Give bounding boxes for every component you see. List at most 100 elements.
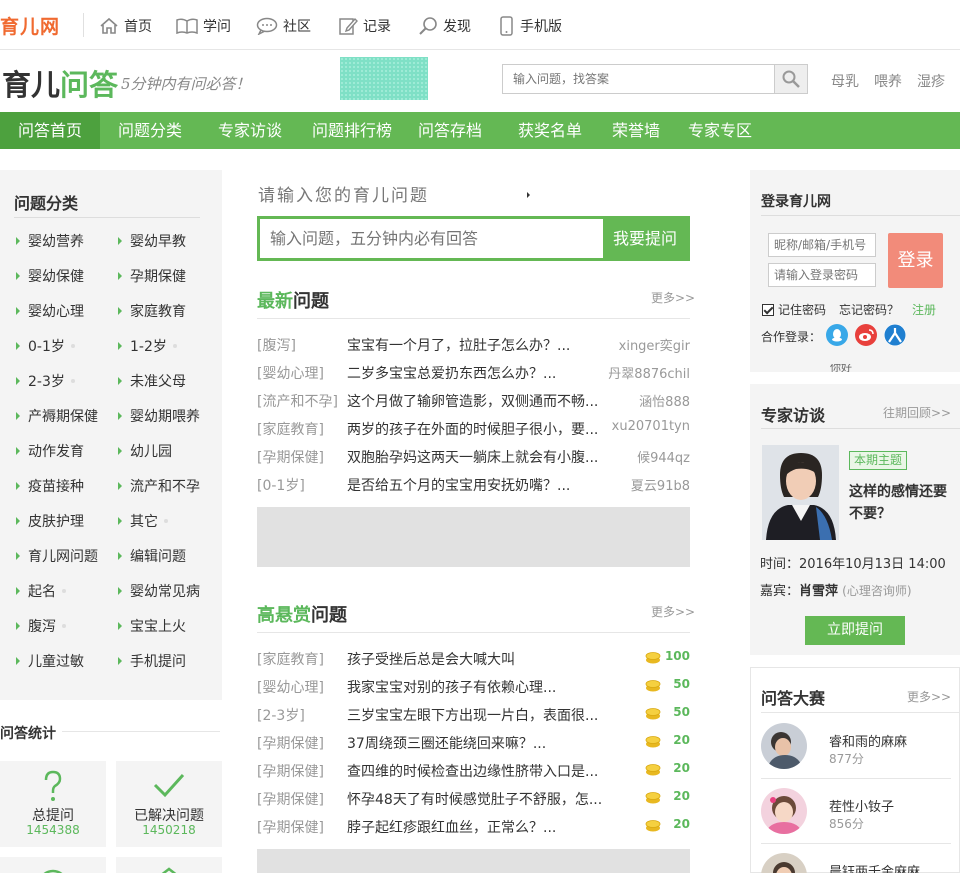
avatar[interactable] [761, 853, 807, 873]
contest-entry[interactable]: 晨钰两千金麻麻 [761, 853, 951, 873]
question-row[interactable]: [流产和不孕] 这个月做了输卵管造影，双侧通而不畅... 涵怡888 [257, 391, 690, 413]
question-text[interactable]: 宝宝有一个月了，拉肚子怎么办？... [347, 335, 570, 355]
site-logo[interactable]: 育儿网 [0, 12, 60, 39]
category-link[interactable]: 儿童过敏 [16, 651, 84, 671]
question-user[interactable]: 丹翠8876chil [608, 363, 690, 382]
question-tag[interactable]: [孕期保健] [257, 761, 324, 781]
question-text[interactable]: 37周绕颈三圈还能绕回来嘛？... [347, 733, 546, 753]
register-link[interactable]: 注册 [912, 301, 936, 318]
category-link[interactable]: 流产和不孕 [118, 476, 200, 496]
contest-entry[interactable]: 睿和雨的麻麻 877分 [761, 723, 951, 778]
stat-solved-questions[interactable]: 已解决问题 1450218 [116, 761, 222, 847]
category-link[interactable]: 育儿网问题 [16, 546, 98, 566]
question-tag[interactable]: [流产和不孕] [257, 391, 338, 411]
reward-row[interactable]: [孕期保健] 37周绕颈三圈还能绕回来嘛？... 20 [257, 733, 690, 755]
category-link[interactable]: 婴幼期喂养 [118, 406, 200, 426]
remember-checkbox[interactable] [762, 303, 774, 316]
question-text[interactable]: 是否给五个月的宝宝用安抚奶嘴？... [347, 475, 570, 495]
category-link[interactable]: 皮肤护理 [16, 511, 84, 531]
reward-more-link[interactable]: 更多>> [651, 603, 695, 620]
topnav-home[interactable]: 首页 [99, 15, 152, 37]
question-row[interactable]: [婴幼心理] 二岁多宝宝总爱扔东西怎么办？... 丹翠8876chil [257, 363, 690, 385]
stat-box-more[interactable] [0, 857, 106, 873]
question-user[interactable]: 涵怡888 [639, 391, 690, 410]
question-text[interactable]: 我家宝宝对别的孩子有依赖心理... [347, 677, 556, 697]
question-tag[interactable]: [腹泻] [257, 335, 296, 355]
category-link[interactable]: 婴幼保健 [16, 266, 84, 286]
question-user[interactable]: xu20701tyn [612, 419, 690, 434]
topnav-xuewen[interactable]: 学问 [176, 15, 231, 37]
ask-button[interactable]: 我要提问 [603, 219, 687, 258]
question-row[interactable]: [腹泻] 宝宝有一个月了，拉肚子怎么办？... xinger奕gir [257, 335, 690, 357]
avatar[interactable] [761, 723, 807, 769]
question-tag[interactable]: [家庭教育] [257, 649, 324, 669]
question-tag[interactable]: [孕期保健] [257, 733, 324, 753]
menu-item[interactable]: 问答首页 [0, 112, 100, 149]
category-link[interactable]: 1-2岁 [118, 336, 177, 356]
question-tag[interactable]: [婴幼心理] [257, 363, 324, 383]
reward-row[interactable]: [孕期保健] 查四维的时候检查出边缘性脐带入口是... 20 [257, 761, 690, 783]
category-link[interactable]: 婴幼心理 [16, 301, 84, 321]
ad-placeholder[interactable] [257, 507, 690, 567]
question-user[interactable]: 候944qz [637, 447, 690, 466]
renren-login-icon[interactable] [884, 324, 906, 346]
category-link[interactable]: 起名 [16, 581, 66, 601]
topnav-mobile[interactable]: 手机版 [499, 15, 562, 37]
reward-row[interactable]: [孕期保健] 脖子起红疹跟红血丝，正常么？... 20 [257, 817, 690, 839]
category-link[interactable]: 幼儿园 [118, 441, 172, 461]
category-link[interactable]: 产褥期保健 [16, 406, 98, 426]
question-tag[interactable]: [家庭教育] [257, 419, 324, 439]
reward-row[interactable]: [家庭教育] 孩子受挫后总是会大喊大叫 100 [257, 649, 690, 671]
page-title[interactable]: 育儿问答 [2, 62, 118, 104]
question-text[interactable]: 孩子受挫后总是会大喊大叫 [347, 649, 515, 669]
question-tag[interactable]: [2-3岁] [257, 705, 305, 725]
question-user[interactable]: 夏云91b8 [631, 475, 690, 494]
remember-password[interactable]: 记住密码 [762, 301, 826, 318]
question-text[interactable]: 二岁多宝宝总爱扔东西怎么办？... [347, 363, 556, 383]
question-row[interactable]: [孕期保健] 双胞胎孕妈这两天一躺床上就会有小腹... 候944qz [257, 447, 690, 469]
avatar[interactable] [761, 788, 807, 834]
category-link[interactable]: 婴幼营养 [16, 231, 84, 251]
category-link[interactable]: 婴幼常见病 [118, 581, 200, 601]
question-tag[interactable]: [孕期保健] [257, 447, 324, 467]
ask-now-button[interactable]: 立即提问 [805, 616, 905, 645]
topnav-record[interactable]: 记录 [338, 15, 391, 37]
question-text[interactable]: 这个月做了输卵管造影，双侧通而不畅... [347, 391, 598, 411]
header-ad-image[interactable] [340, 57, 428, 100]
hot-keyword[interactable]: 母乳 [831, 71, 859, 91]
username-field[interactable] [768, 233, 876, 257]
question-tag[interactable]: [孕期保健] [257, 789, 324, 809]
expert-topic[interactable]: 这样的感情还要不要？ [849, 481, 949, 525]
category-link[interactable]: 动作发育 [16, 441, 84, 461]
menu-item[interactable]: 专家访谈 [209, 112, 291, 149]
category-link[interactable]: 腹泻 [16, 616, 66, 636]
topnav-discover[interactable]: 发现 [418, 15, 471, 37]
topnav-community[interactable]: 社区 [256, 15, 311, 37]
forgot-password-link[interactable]: 忘记密码？ [839, 301, 899, 318]
password-field[interactable] [768, 263, 876, 287]
question-text[interactable]: 双胞胎孕妈这两天一躺床上就会有小腹... [347, 447, 598, 467]
category-link[interactable]: 孕期保健 [118, 266, 186, 286]
question-tag[interactable]: [婴幼心理] [257, 677, 324, 697]
search-button[interactable] [774, 65, 807, 93]
question-text[interactable]: 三岁宝宝左眼下方出现一片白，表面很... [347, 705, 598, 725]
question-row[interactable]: [家庭教育] 两岁的孩子在外面的时候胆子很小，要... xu20701tyn [257, 419, 690, 441]
contest-name[interactable]: 茬性小钕子 [829, 796, 894, 815]
reward-row[interactable]: [孕期保健] 怀孕48天了有时候感觉肚子不舒服，怎... 20 [257, 789, 690, 811]
contest-name[interactable]: 睿和雨的麻麻 [829, 731, 907, 750]
category-link[interactable]: 手机提问 [118, 651, 186, 671]
search-input[interactable] [503, 65, 775, 93]
category-link[interactable]: 家庭教育 [118, 301, 186, 321]
expert-photo[interactable] [762, 445, 839, 540]
category-link[interactable]: 未准父母 [118, 371, 186, 391]
stat-box-more[interactable] [116, 857, 222, 873]
category-link[interactable]: 疫苗接种 [16, 476, 84, 496]
question-row[interactable]: [0-1岁] 是否给五个月的宝宝用安抚奶嘴？... 夏云91b8 [257, 475, 690, 497]
reward-row[interactable]: [2-3岁] 三岁宝宝左眼下方出现一片白，表面很... 50 [257, 705, 690, 727]
menu-item[interactable]: 问题排行榜 [303, 112, 401, 149]
question-text[interactable]: 查四维的时候检查出边缘性脐带入口是... [347, 761, 598, 781]
latest-more-link[interactable]: 更多>> [651, 289, 695, 306]
weibo-login-icon[interactable] [855, 324, 877, 346]
hot-keyword[interactable]: 喂养 [874, 71, 902, 91]
contest-entry[interactable]: 茬性小钕子 856分 [761, 788, 951, 843]
